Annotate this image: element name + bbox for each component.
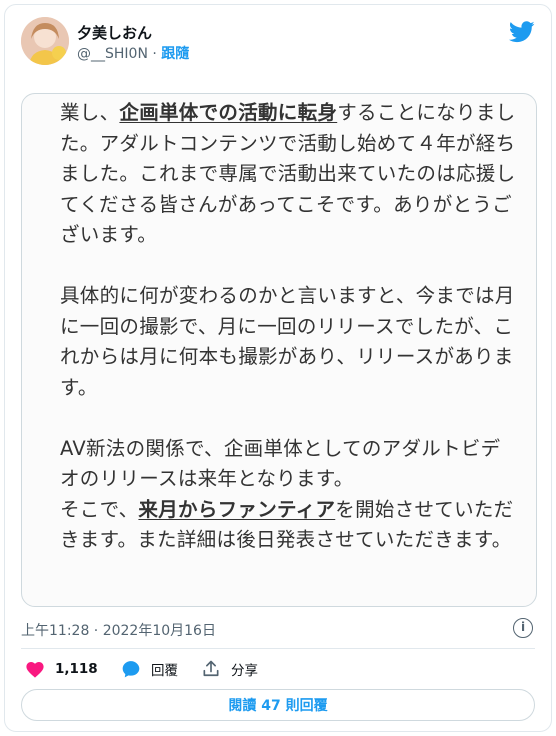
- reply-label: 回覆: [151, 663, 178, 679]
- handle-separator: ·: [152, 46, 157, 62]
- statement-paragraph-2: 具体的に何が変わるのかと言いますと、今までは月に一回の撮影で、月に一回のリリース…: [60, 284, 515, 399]
- divider: [21, 648, 535, 649]
- share-button[interactable]: 分享: [201, 657, 258, 681]
- author-avatar[interactable]: [21, 17, 69, 65]
- statement-paragraph-3b: そこで、来月からファンティアを開始させていただきます。また詳細は後日発表させてい…: [60, 495, 520, 556]
- p3-text-start: そこで、: [60, 497, 139, 521]
- tweet-header: 夕美しおん @__SHI0N · 跟隨: [21, 17, 535, 71]
- statement-paragraph-3a: AV新法の関係で、企画単体としてのアダルトビデオのリリースは来年となります。: [60, 436, 501, 491]
- heart-icon: [26, 661, 44, 678]
- reply-bubble-icon: [122, 661, 140, 678]
- tweet-media-image[interactable]: 業し、企画単体での活動に転身することになりました。アダルトコンテンツで活動し始め…: [21, 93, 537, 607]
- author-handle[interactable]: @__SHI0N: [77, 46, 148, 62]
- author-name[interactable]: 夕美しおん: [77, 22, 152, 43]
- share-icon: [203, 660, 219, 677]
- statement-text: 業し、企画単体での活動に転身することになりました。アダルトコンテンツで活動し始め…: [60, 98, 520, 556]
- share-label: 分享: [231, 663, 258, 679]
- read-replies-button[interactable]: 閱讀 47 則回覆: [21, 689, 535, 721]
- like-count: 1,118: [55, 661, 98, 677]
- reply-button[interactable]: 回覆: [121, 657, 178, 681]
- author-handle-row: @__SHI0N · 跟隨: [77, 43, 189, 63]
- tweet-timestamp[interactable]: 上午11:28 · 2022年10月16日: [21, 620, 216, 640]
- p3-underlined-text: 来月からファンティア: [138, 497, 336, 521]
- like-button[interactable]: 1,118: [25, 657, 98, 681]
- p1-underlined-text: 企画単体での活動に転身: [119, 101, 338, 124]
- follow-link[interactable]: 跟隨: [161, 46, 189, 62]
- twitter-bird-icon[interactable]: [509, 21, 535, 43]
- p1-text-start: 業し、: [60, 101, 120, 124]
- info-icon[interactable]: i: [513, 618, 533, 638]
- statement-paragraph-1: 業し、企画単体での活動に転身することになりました。アダルトコンテンツで活動し始め…: [60, 98, 520, 251]
- tweet-embed-card: 夕美しおん @__SHI0N · 跟隨 業し、企画単体での活動に転身することにな…: [4, 4, 552, 732]
